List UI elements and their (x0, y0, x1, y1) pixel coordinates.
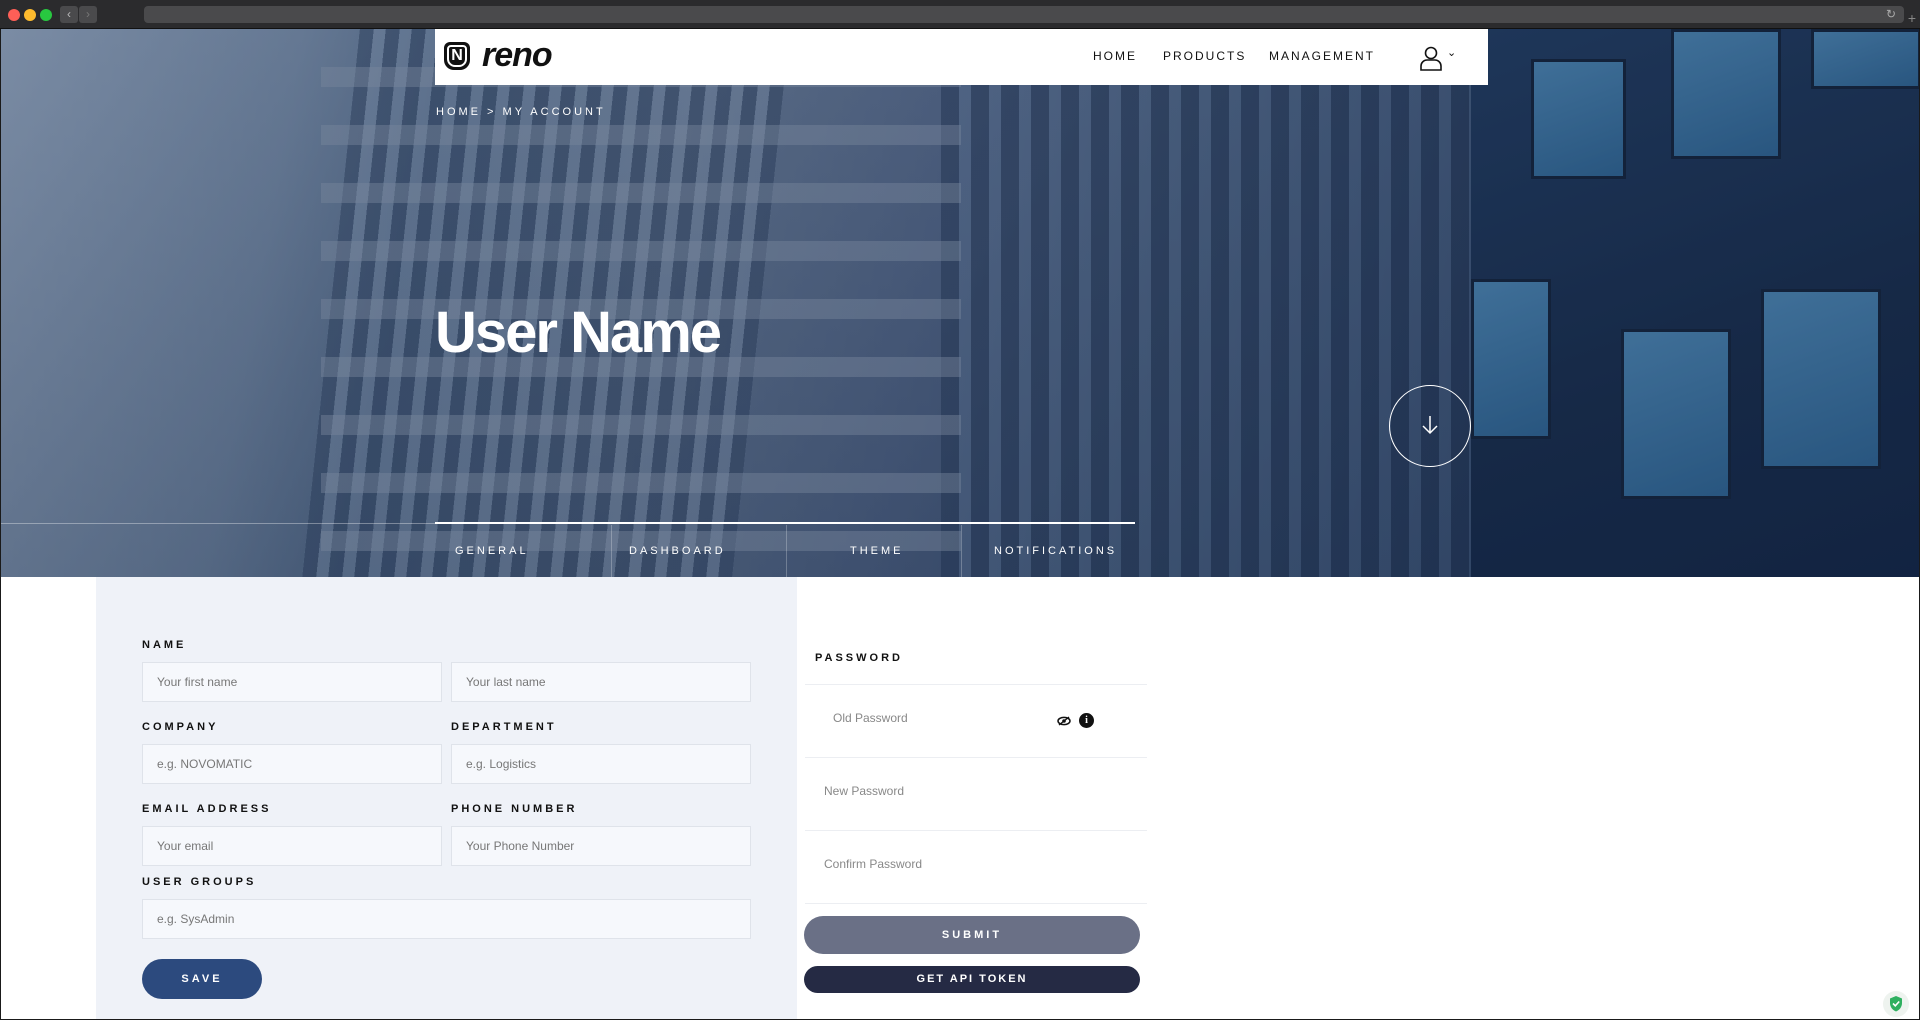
tab-divider (786, 525, 787, 577)
nav-management-link[interactable]: MANAGEMENT (1269, 49, 1375, 63)
maximize-window-button[interactable] (40, 9, 52, 21)
scroll-down-button[interactable] (1389, 385, 1471, 467)
eye-slash-icon[interactable] (1057, 716, 1071, 726)
tab-bar-underline (435, 522, 1135, 524)
tab-divider (1, 523, 435, 524)
submit-button[interactable]: SUBMIT (804, 916, 1140, 954)
phone-label: PHONE NUMBER (451, 803, 578, 815)
user-groups-input[interactable]: e.g. SysAdmin (142, 899, 751, 939)
shield-check-icon[interactable] (1883, 991, 1909, 1017)
field-divider (805, 684, 1147, 685)
get-api-token-button[interactable]: GET API TOKEN (804, 966, 1140, 993)
new-tab-icon[interactable]: + (1908, 10, 1916, 26)
info-icon[interactable]: i (1079, 713, 1094, 728)
nav-products-link[interactable]: PRODUCTS (1163, 49, 1246, 63)
site-header: N reno HOME PRODUCTS MANAGEMENT ⌄ (435, 29, 1488, 85)
browser-toolbar: ‹ › ↻ + (0, 0, 1920, 29)
field-divider (805, 830, 1147, 831)
nav-home-link[interactable]: HOME (1093, 49, 1137, 63)
logo-wordmark[interactable]: reno (482, 36, 553, 75)
tab-divider (611, 525, 612, 577)
new-password-input[interactable]: New Password (824, 784, 904, 798)
close-window-button[interactable] (8, 9, 20, 21)
tab-divider (961, 525, 962, 577)
profile-form-panel (96, 577, 797, 1019)
back-arrow-icon[interactable]: ‹ (60, 6, 78, 23)
password-label: PASSWORD (815, 652, 903, 664)
breadcrumb[interactable]: HOME > MY ACCOUNT (436, 106, 606, 118)
user-groups-label: USER GROUPS (142, 876, 257, 888)
company-label: COMPANY (142, 721, 219, 733)
reload-icon[interactable]: ↻ (1886, 7, 1896, 21)
logo-icon[interactable]: N (444, 42, 470, 70)
last-name-input[interactable]: Your last name (451, 662, 751, 702)
phone-input[interactable]: Your Phone Number (451, 826, 751, 866)
email-input[interactable]: Your email (142, 826, 442, 866)
arrow-down-icon (1422, 416, 1438, 435)
minimize-window-button[interactable] (24, 9, 36, 21)
chevron-down-icon[interactable]: ⌄ (1447, 46, 1456, 59)
name-label: NAME (142, 639, 187, 651)
tab-theme[interactable]: THEME (850, 545, 904, 557)
forward-arrow-icon[interactable]: › (79, 6, 97, 23)
field-divider (805, 757, 1147, 758)
address-bar[interactable]: ↻ (144, 6, 1904, 23)
save-button[interactable]: SAVE (142, 959, 262, 999)
department-label: DEPARTMENT (451, 721, 557, 733)
page-title: User Name (435, 300, 722, 365)
tab-dashboard[interactable]: DASHBOARD (629, 545, 726, 557)
hero-overlay (1, 29, 1919, 577)
department-input[interactable]: e.g. Logistics (451, 744, 751, 784)
confirm-password-input[interactable]: Confirm Password (824, 857, 922, 871)
old-password-input[interactable]: Old Password (833, 711, 908, 725)
email-label: EMAIL ADDRESS (142, 803, 272, 815)
tab-notifications[interactable]: NOTIFICATIONS (994, 545, 1117, 557)
page: N reno HOME PRODUCTS MANAGEMENT ⌄ HOME >… (1, 29, 1919, 1019)
first-name-input[interactable]: Your first name (142, 662, 442, 702)
user-account-icon[interactable] (1418, 45, 1444, 71)
company-input[interactable]: e.g. NOVOMATIC (142, 744, 442, 784)
tab-general[interactable]: GENERAL (455, 545, 529, 557)
hero-banner: N reno HOME PRODUCTS MANAGEMENT ⌄ HOME >… (1, 29, 1919, 577)
field-divider (805, 903, 1147, 904)
